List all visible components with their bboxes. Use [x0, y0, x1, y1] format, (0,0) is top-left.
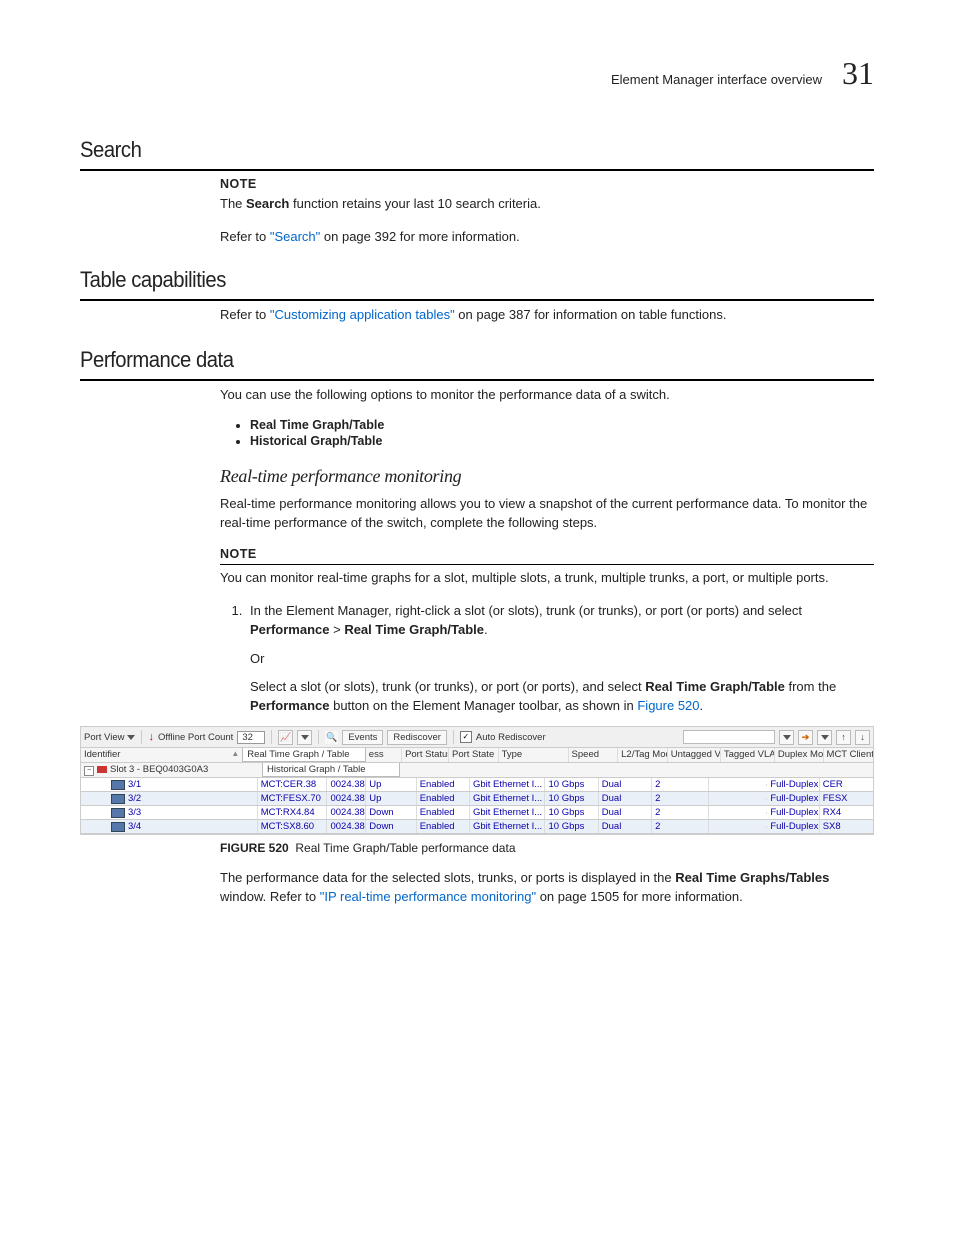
perf-bullet-realtime: Real Time Graph/Table: [250, 418, 874, 432]
rediscover-button[interactable]: Rediscover: [387, 730, 447, 745]
toolbar-search-input[interactable]: [683, 730, 775, 744]
figure-520-link[interactable]: Figure 520: [637, 698, 699, 713]
heading-realtime-monitoring: Real-time performance monitoring: [220, 466, 874, 487]
search-note-label: NOTE: [220, 177, 874, 191]
tree-slot-3[interactable]: −Slot 3 - BEQ0403G0A3: [81, 763, 263, 777]
offline-port-count-label: Offline Port Count: [158, 732, 233, 743]
realtime-note-rule: [220, 564, 874, 565]
port-icon: [111, 794, 125, 804]
heading-performance-data: Performance data: [80, 347, 810, 373]
step-1: In the Element Manager, right-click a sl…: [246, 602, 874, 716]
realtime-p1: Real-time performance monitoring allows …: [220, 495, 874, 533]
heading-search: Search: [80, 137, 810, 163]
header-overview: Element Manager interface overview: [611, 72, 822, 87]
graph-icon-button[interactable]: 📈: [278, 730, 293, 745]
realtime-steps: In the Element Manager, right-click a sl…: [220, 602, 874, 716]
toolbar-down-button[interactable]: ↓: [855, 730, 870, 745]
step-or: Or: [250, 650, 874, 669]
toolbar-up-button[interactable]: ↑: [836, 730, 851, 745]
search-note-text: The Search function retains your last 10…: [220, 195, 874, 214]
realtime-note-text: You can monitor real-time graphs for a s…: [220, 569, 874, 588]
page-header: Element Manager interface overview 31: [80, 55, 874, 92]
events-button[interactable]: Events: [342, 730, 383, 745]
search-rule: [80, 169, 874, 171]
graph-dropdown-button[interactable]: [297, 730, 312, 745]
col-port-state-header[interactable]: Port State: [449, 748, 499, 762]
col-type-header[interactable]: Type: [499, 748, 569, 762]
col-identifier-header[interactable]: Identifier ▲: [81, 748, 243, 762]
menu-historical-graph[interactable]: Historical Graph / Table: [263, 763, 400, 777]
col-tagged-header[interactable]: Tagged VLAN: [721, 748, 775, 762]
perf-intro: You can use the following options to mon…: [220, 386, 874, 405]
col-ess-header[interactable]: ess: [366, 748, 402, 762]
figure-520-caption: FIGURE 520 Real Time Graph/Table perform…: [220, 841, 874, 855]
after-figure-paragraph: The performance data for the selected sl…: [220, 869, 874, 907]
col-mct-header[interactable]: MCT Client Na: [824, 748, 873, 762]
port-icon: [111, 808, 125, 818]
search-link[interactable]: "Search": [270, 229, 320, 244]
offline-port-count-value: 32: [237, 731, 265, 744]
tablecap-link[interactable]: "Customizing application tables": [270, 307, 455, 322]
toolbar-go-button[interactable]: ➔: [798, 730, 813, 745]
tablecap-rule: [80, 299, 874, 301]
col-duplex-header[interactable]: Duplex Mode: [775, 748, 824, 762]
shot-slot-row: −Slot 3 - BEQ0403G0A3 Historical Graph /…: [81, 763, 873, 778]
port-view-dropdown[interactable]: Port View: [84, 732, 135, 743]
col-speed-header[interactable]: Speed: [569, 748, 619, 762]
header-chapter-number: 31: [842, 55, 874, 92]
col-untagged-header[interactable]: Untagged VL...: [668, 748, 721, 762]
shot-header-row: Identifier ▲ Real Time Graph / Table ess…: [81, 748, 873, 763]
slot-icon: [97, 766, 107, 773]
search-refer: Refer to "Search" on page 392 for more i…: [220, 228, 874, 247]
step-1b: Select a slot (or slots), trunk (or trun…: [250, 678, 874, 716]
offline-arrow-icon: ↓: [148, 731, 154, 743]
heading-table-capabilities: Table capabilities: [80, 267, 810, 293]
table-row[interactable]: 3/3 MCT:RX4.84 0024.3880.7F... Down Enab…: [81, 806, 873, 820]
table-row[interactable]: 3/4 MCT:SX8.60 0024.3880.7F... Down Enab…: [81, 820, 873, 834]
menu-real-time-graph[interactable]: Real Time Graph / Table: [243, 748, 366, 762]
tablecap-refer: Refer to "Customizing application tables…: [220, 306, 874, 325]
ip-realtime-link[interactable]: "IP real-time performance monitoring": [320, 889, 536, 904]
toolbar-dropdown-2[interactable]: [817, 730, 832, 745]
perf-options-list: Real Time Graph/Table Historical Graph/T…: [220, 418, 874, 448]
realtime-note-label: NOTE: [220, 547, 874, 561]
table-row[interactable]: 3/2 MCT:FESX.70 0024.3880.7F... Up Enabl…: [81, 792, 873, 806]
col-l2-header[interactable]: L2/Tag Mode: [618, 748, 668, 762]
port-icon: [111, 780, 125, 790]
col-port-status-header[interactable]: Port Status: [402, 748, 449, 762]
auto-rediscover-label: Auto Rediscover: [476, 732, 546, 743]
toolbar-dropdown-1[interactable]: [779, 730, 794, 745]
perf-bullet-historical: Historical Graph/Table: [250, 434, 874, 448]
tree-collapse-icon[interactable]: −: [84, 766, 94, 776]
perf-rule: [80, 379, 874, 381]
port-icon: [111, 822, 125, 832]
figure-520-screenshot: Port View ↓ Offline Port Count 32 📈 🔍 Ev…: [80, 726, 874, 835]
magnify-icon[interactable]: 🔍: [325, 731, 338, 744]
auto-rediscover-checkbox[interactable]: ✓: [460, 731, 472, 743]
table-row[interactable]: 3/1 MCT:CER.38 0024.3880.7F... Up Enable…: [81, 778, 873, 792]
shot-toolbar: Port View ↓ Offline Port Count 32 📈 🔍 Ev…: [81, 727, 873, 748]
